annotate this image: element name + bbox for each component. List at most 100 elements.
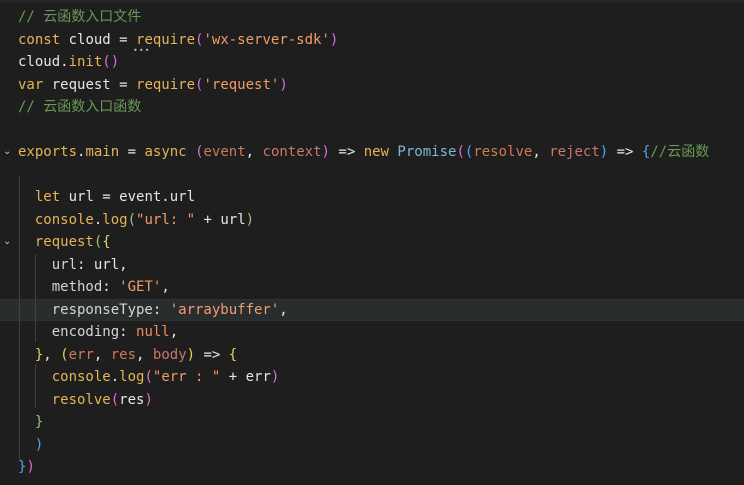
code-token: reject xyxy=(549,144,600,160)
code-text: let url = event.url xyxy=(18,186,195,208)
code-token: ) xyxy=(144,391,153,408)
code-line[interactable]: cloud.init() xyxy=(0,51,744,73)
code-token: url = event.url xyxy=(60,189,196,205)
code-token: , xyxy=(245,144,263,160)
code-token: ( xyxy=(60,346,69,363)
indent-guide xyxy=(35,254,36,342)
code-token: cloud = xyxy=(60,31,137,48)
code-token: ) xyxy=(186,346,196,363)
code-token: ) xyxy=(279,76,288,93)
editor-top-strip xyxy=(0,0,744,3)
code-token: let xyxy=(18,189,61,205)
code-token: res xyxy=(119,391,145,408)
code-token: resolve xyxy=(18,391,111,408)
code-line[interactable]: method: 'GET', xyxy=(0,276,744,298)
code-token: : url, xyxy=(77,256,128,273)
code-token: , xyxy=(136,346,153,363)
code-token: log xyxy=(102,211,128,228)
code-token: context xyxy=(262,144,322,160)
code-token: : xyxy=(102,279,120,295)
code-line[interactable]: ) xyxy=(0,434,744,456)
code-token: method xyxy=(18,279,103,295)
code-token: ( xyxy=(110,391,120,408)
code-line[interactable] xyxy=(0,119,744,141)
code-token: resolve xyxy=(473,144,533,160)
code-token: encoding xyxy=(18,324,120,340)
code-token: exports xyxy=(18,144,78,160)
code-line[interactable]: }) xyxy=(0,456,744,478)
code-text: ) xyxy=(18,434,43,456)
code-text: // 云函数入口函数 xyxy=(18,96,141,118)
code-line[interactable]: // 云函数入口文件 xyxy=(0,6,744,28)
code-text: console.log("url: " + url) xyxy=(18,209,254,231)
code-line[interactable]: // 云函数入口函数 xyxy=(0,96,744,118)
code-token: => xyxy=(195,346,229,363)
code-text: console.log("err : " + err) xyxy=(18,366,280,388)
code-token: request = xyxy=(43,76,137,93)
code-line[interactable]: console.log("url: " + url) xyxy=(0,209,744,231)
chevron-down-icon[interactable]: ⌄ xyxy=(3,141,13,163)
code-token: event xyxy=(203,144,246,160)
code-line[interactable]: ⌄ exports.main = async (event, context) =… xyxy=(0,141,744,163)
code-token: url xyxy=(18,256,78,273)
code-token: 'arraybuffer' xyxy=(169,301,280,318)
code-line[interactable]: let url = event.url xyxy=(0,186,744,208)
code-line[interactable]: responseType: 'arraybuffer', xyxy=(0,298,744,321)
code-token: "err : " xyxy=(152,369,221,385)
quick-fix-hint-dots: ••• xyxy=(133,46,151,55)
code-token: , xyxy=(532,144,550,160)
code-token: . xyxy=(110,369,120,385)
code-token: , xyxy=(161,279,170,295)
code-text: resolve(res) xyxy=(18,389,153,411)
code-token: ( xyxy=(144,369,153,385)
code-token: ( xyxy=(456,144,465,160)
code-line[interactable] xyxy=(0,164,744,186)
code-text: cloud.init() xyxy=(18,51,119,73)
code-token: ) xyxy=(18,436,44,453)
code-line[interactable]: const cloud = require('wx-server-sdk') xyxy=(0,29,744,51)
code-token: = xyxy=(119,144,145,160)
code-editor[interactable]: // 云函数入口文件 const cloud = require('wx-serv… xyxy=(0,0,744,485)
code-token: err xyxy=(68,346,94,363)
code-line[interactable]: console.log("err : " + err) xyxy=(0,366,744,388)
code-token: require xyxy=(136,76,196,93)
code-token: init xyxy=(68,54,103,70)
code-token: { xyxy=(102,234,111,250)
code-token: , xyxy=(93,346,111,363)
code-text: // 云函数入口文件 xyxy=(18,6,141,28)
code-line[interactable]: var request = require('request') xyxy=(0,74,744,96)
code-token: new xyxy=(363,144,389,160)
code-line[interactable]: }, (err, res, body) => { xyxy=(0,344,744,366)
code-text: const cloud = require('wx-server-sdk') xyxy=(18,29,338,51)
code-token: log xyxy=(119,369,145,385)
code-line[interactable]: encoding: null, xyxy=(0,321,744,343)
code-token: { xyxy=(228,346,238,363)
code-text: }, (err, res, body) => { xyxy=(18,344,237,366)
code-token: 'wx-server-sdk' xyxy=(203,31,330,48)
code-token: => xyxy=(329,144,364,160)
code-token: ) xyxy=(321,144,330,160)
code-token: "url: " xyxy=(136,211,196,228)
code-token: 'request' xyxy=(203,76,280,93)
code-token: () xyxy=(102,54,120,70)
code-text: exports.main = async (event, context) =>… xyxy=(18,141,709,163)
code-token: ) xyxy=(599,144,609,160)
code-token: main xyxy=(85,144,120,160)
code-token: res xyxy=(110,346,137,363)
code-line[interactable]: resolve(res) xyxy=(0,389,744,411)
code-line[interactable]: } xyxy=(0,411,744,433)
indent-guide xyxy=(35,364,36,408)
chevron-down-icon[interactable]: ⌄ xyxy=(3,231,13,253)
code-token: responseType xyxy=(18,301,153,318)
code-token: cloud. xyxy=(18,54,69,70)
code-token: async xyxy=(144,144,187,160)
code-token: : xyxy=(152,301,170,318)
code-token: Promise xyxy=(397,144,457,160)
code-line[interactable]: url: url, xyxy=(0,254,744,276)
code-token: ) xyxy=(26,459,35,475)
code-token: ) xyxy=(329,31,339,48)
code-line[interactable]: ⌄ request({ xyxy=(0,231,744,253)
code-token: null xyxy=(136,324,170,340)
code-token: body xyxy=(152,346,187,363)
